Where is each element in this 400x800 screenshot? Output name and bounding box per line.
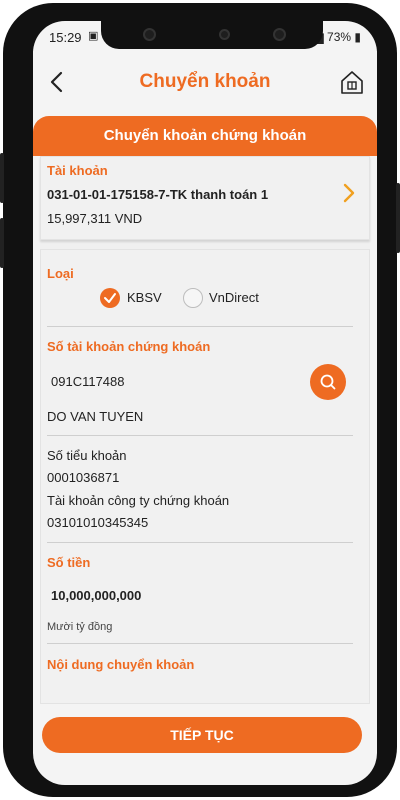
search-icon: [320, 374, 336, 390]
divider: [47, 326, 353, 327]
company-account-value: 03101010345345: [47, 515, 149, 530]
home-button[interactable]: [337, 67, 367, 97]
amount-label: Số tiền: [47, 555, 91, 570]
amount-in-words: Mười tỷ đồng: [47, 621, 113, 633]
divider: [47, 643, 353, 644]
page-title: Chuyển khoản: [139, 71, 271, 92]
divider: [47, 542, 353, 543]
volume-button: [0, 153, 4, 203]
home-icon: [341, 71, 363, 94]
continue-button[interactable]: TIẾP TỤC: [42, 717, 362, 753]
status-time: 15:29: [49, 30, 82, 45]
phone-frame: 15:29 ▣ ◔ · ⌔ ▂▄▆ 73% ▮ Chuyển khoản: [0, 3, 400, 797]
type-label: Loại: [47, 266, 74, 281]
securities-account-input[interactable]: 091C117488: [51, 374, 125, 389]
sub-account-value: 0001036871: [47, 470, 120, 485]
radio-label-vndirect: VnDirect: [209, 290, 259, 305]
radio-checked-icon: [100, 288, 120, 308]
radio-label-kbsv: KBSV: [127, 290, 162, 305]
radio-kbsv[interactable]: KBSV: [100, 287, 180, 309]
amount-input[interactable]: 10,000,000,000: [51, 588, 141, 603]
account-balance: 15,997,311 VND: [47, 211, 143, 226]
search-button[interactable]: [310, 364, 346, 400]
battery-icon: ▮: [354, 30, 361, 44]
check-icon: [104, 293, 116, 303]
screen: 15:29 ▣ ◔ · ⌔ ▂▄▆ 73% ▮ Chuyển khoản: [33, 21, 377, 785]
account-card[interactable]: Tài khoản 031-01-01-175158-7-TK thanh to…: [40, 156, 370, 240]
camera-notch: [101, 21, 323, 49]
chevron-right-icon[interactable]: [341, 181, 357, 205]
tab-securities-transfer[interactable]: Chuyển khoản chứng khoán: [33, 116, 377, 156]
account-label: Tài khoản: [47, 163, 108, 178]
transfer-content-label: Nội dung chuyển khoản: [47, 657, 195, 672]
company-account-label: Tài khoản công ty chứng khoán: [47, 493, 230, 508]
account-name: 031-01-01-175158-7-TK thanh toán 1: [47, 187, 269, 202]
header: Chuyển khoản: [33, 51, 377, 117]
divider: [47, 435, 353, 436]
volume-button: [0, 218, 4, 268]
battery-level: 73%: [327, 30, 352, 44]
form-content: Tài khoản 031-01-01-175158-7-TK thanh to…: [40, 156, 370, 704]
transfer-form-card: Loại KBSV VnDirect Số tài khoản chứng kh…: [40, 249, 370, 704]
sub-account-label: Số tiểu khoản: [47, 448, 127, 463]
account-holder-name: DO VAN TUYEN: [47, 409, 144, 424]
sensor-icon: [219, 29, 230, 40]
camera-icon: [273, 28, 286, 41]
camera-icon: [143, 28, 156, 41]
radio-vndirect[interactable]: VnDirect: [183, 287, 283, 309]
securities-account-label: Số tài khoản chứng khoán: [47, 339, 211, 354]
radio-unchecked-icon: [183, 288, 203, 308]
power-button: [396, 183, 400, 253]
